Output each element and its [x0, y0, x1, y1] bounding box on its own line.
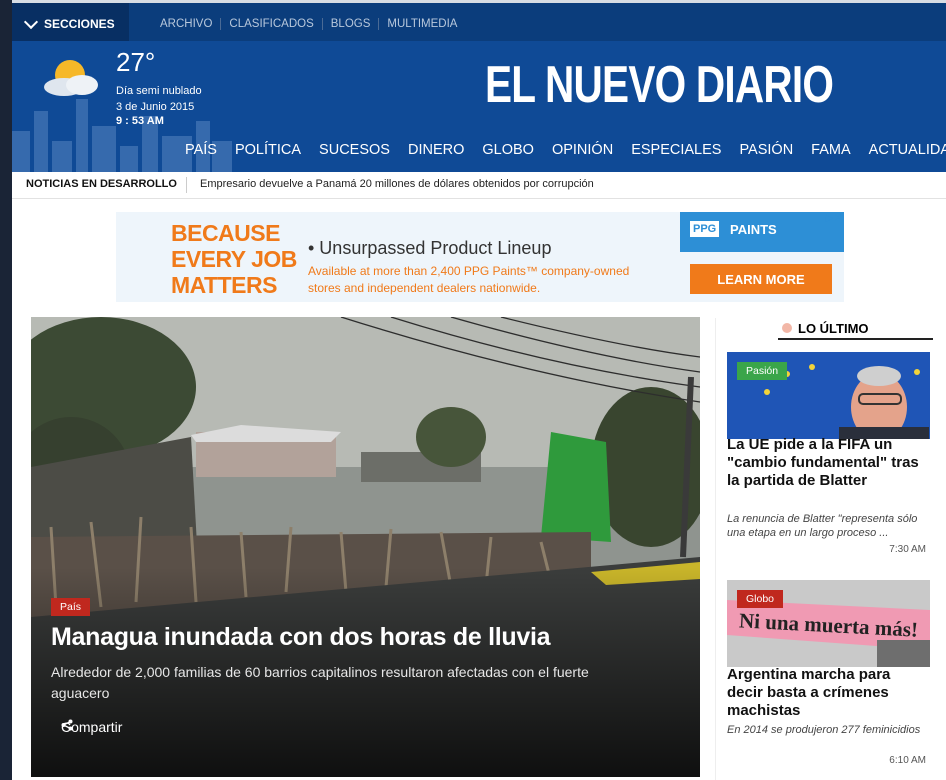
ppg-paints-label: PAINTS: [730, 222, 777, 237]
main-nav: PAÍS POLÍTICA SUCESOS DINERO GLOBO OPINI…: [176, 142, 946, 158]
ad-brand-header: PPG PAINTS ▷✕: [680, 212, 844, 252]
chevron-down-icon: [23, 14, 39, 29]
news-time: 7:30 AM: [889, 544, 926, 555]
sidebar-heading-label: LO ÚLTIMO: [798, 320, 869, 336]
ad-tagline: • Unsurpassed Product Lineup: [308, 238, 552, 258]
ad-brand-panel: PPG PAINTS ▷✕ LEARN MORE: [680, 212, 844, 302]
nav-item-fama[interactable]: FAMA: [802, 142, 859, 158]
hero-headline[interactable]: Managua inundada con dos horas de lluvia: [51, 623, 551, 652]
site-header: 27° Día semi nublado 3 de Junio 2015 9 :…: [12, 41, 946, 176]
desktop-edge: [0, 0, 12, 780]
nav-item-especiales[interactable]: ESPECIALES: [622, 142, 730, 158]
page: SECCIONES ARCHIVO CLASIFICADOS BLOGS MUL…: [12, 0, 946, 780]
nav-item-globo[interactable]: GLOBO: [473, 142, 543, 158]
news-thumbnail[interactable]: Ni una muerta más! Globo: [727, 580, 930, 667]
weather-description: Día semi nublado: [116, 85, 202, 97]
ad-headline-line: MATTERS: [171, 272, 277, 298]
ad-headline-line: BECAUSE: [171, 220, 280, 246]
breaking-headline-link[interactable]: Empresario devuelve a Panamá 20 millones…: [200, 178, 594, 190]
news-summary: En 2014 se produjeron 277 feminicidios: [727, 724, 921, 736]
hero-story[interactable]: País Managua inundada con dos horas de l…: [31, 317, 700, 777]
learn-more-button[interactable]: LEARN MORE: [690, 264, 832, 294]
weather-info: Día semi nublado 3 de Junio 2015: [116, 83, 202, 115]
nav-item-sucesos[interactable]: SUCESOS: [310, 142, 399, 158]
partly-cloudy-icon: [44, 60, 98, 96]
category-badge[interactable]: Globo: [737, 590, 784, 608]
lo-ultimo-sidebar: LO ÚLTIMO Pasión La UE pide a la FIFA un…: [715, 318, 946, 780]
news-card[interactable]: Pasión La UE pide a la FIFA un "cambio f…: [727, 352, 930, 581]
news-thumbnail[interactable]: Pasión: [727, 352, 930, 439]
site-logo[interactable]: EL NUEVO DIARIO: [485, 55, 834, 115]
nav-item-pasion[interactable]: PASIÓN: [730, 142, 802, 158]
news-title[interactable]: Argentina marcha para decir basta a crím…: [727, 666, 927, 720]
share-button[interactable]: Compartir: [61, 719, 122, 735]
nav-item-pais[interactable]: PAÍS: [176, 142, 226, 158]
nav-item-politica[interactable]: POLÍTICA: [226, 142, 310, 158]
news-card[interactable]: Ni una muerta más! Globo Argentina march…: [727, 580, 930, 780]
link-clasificados[interactable]: CLASIFICADOS: [220, 17, 321, 30]
hero-category-badge[interactable]: País: [51, 598, 91, 616]
link-multimedia[interactable]: MULTIMEDIA: [378, 17, 465, 30]
top-links: ARCHIVO CLASIFICADOS BLOGS MULTIMEDIA: [152, 3, 465, 44]
bullet-icon: [782, 323, 792, 333]
hero-description: Alrededor de 2,000 familias de 60 barrio…: [51, 664, 589, 701]
weather-date: 3 de Junio 2015: [116, 101, 195, 113]
link-archivo[interactable]: ARCHIVO: [152, 18, 220, 30]
breaking-news-bar: NOTICIAS EN DESARROLLO Empresario devuel…: [12, 172, 946, 199]
nav-item-opinion[interactable]: OPINIÓN: [543, 142, 622, 158]
share-icon: [61, 719, 73, 731]
news-title[interactable]: La UE pide a la FIFA un "cambio fundamen…: [727, 436, 927, 490]
divider: [186, 177, 187, 193]
news-time: 6:10 AM: [889, 755, 926, 766]
link-blogs[interactable]: BLOGS: [321, 17, 379, 30]
ad-subtext: Available at more than 2,400 PPG Paints™…: [308, 264, 630, 295]
category-badge[interactable]: Pasión: [737, 362, 788, 380]
ad-choices-icon[interactable]: ▷✕: [826, 213, 842, 224]
ppg-logo: PPG: [690, 221, 720, 237]
nav-item-dinero[interactable]: DINERO: [399, 142, 473, 158]
top-bar: SECCIONES ARCHIVO CLASIFICADOS BLOGS MUL…: [12, 0, 946, 44]
secciones-button[interactable]: SECCIONES: [12, 3, 129, 44]
ad-headline-line: EVERY JOB: [171, 246, 297, 272]
temperature: 27°: [116, 47, 156, 77]
secciones-label: SECCIONES: [44, 16, 115, 31]
ad-banner[interactable]: BECAUSE EVERY JOB MATTERS • Unsurpassed …: [116, 212, 844, 302]
weather-time: 9 : 53 AM: [116, 115, 164, 127]
breaking-label: NOTICIAS EN DESARROLLO: [26, 178, 177, 190]
sidebar-heading: LO ÚLTIMO: [778, 318, 933, 340]
nav-item-actualidad[interactable]: ACTUALIDAD: [860, 142, 946, 158]
ad-headline: BECAUSE EVERY JOB MATTERS: [171, 220, 297, 298]
news-summary: La renuncia de Blatter "representa sólo …: [727, 513, 918, 539]
